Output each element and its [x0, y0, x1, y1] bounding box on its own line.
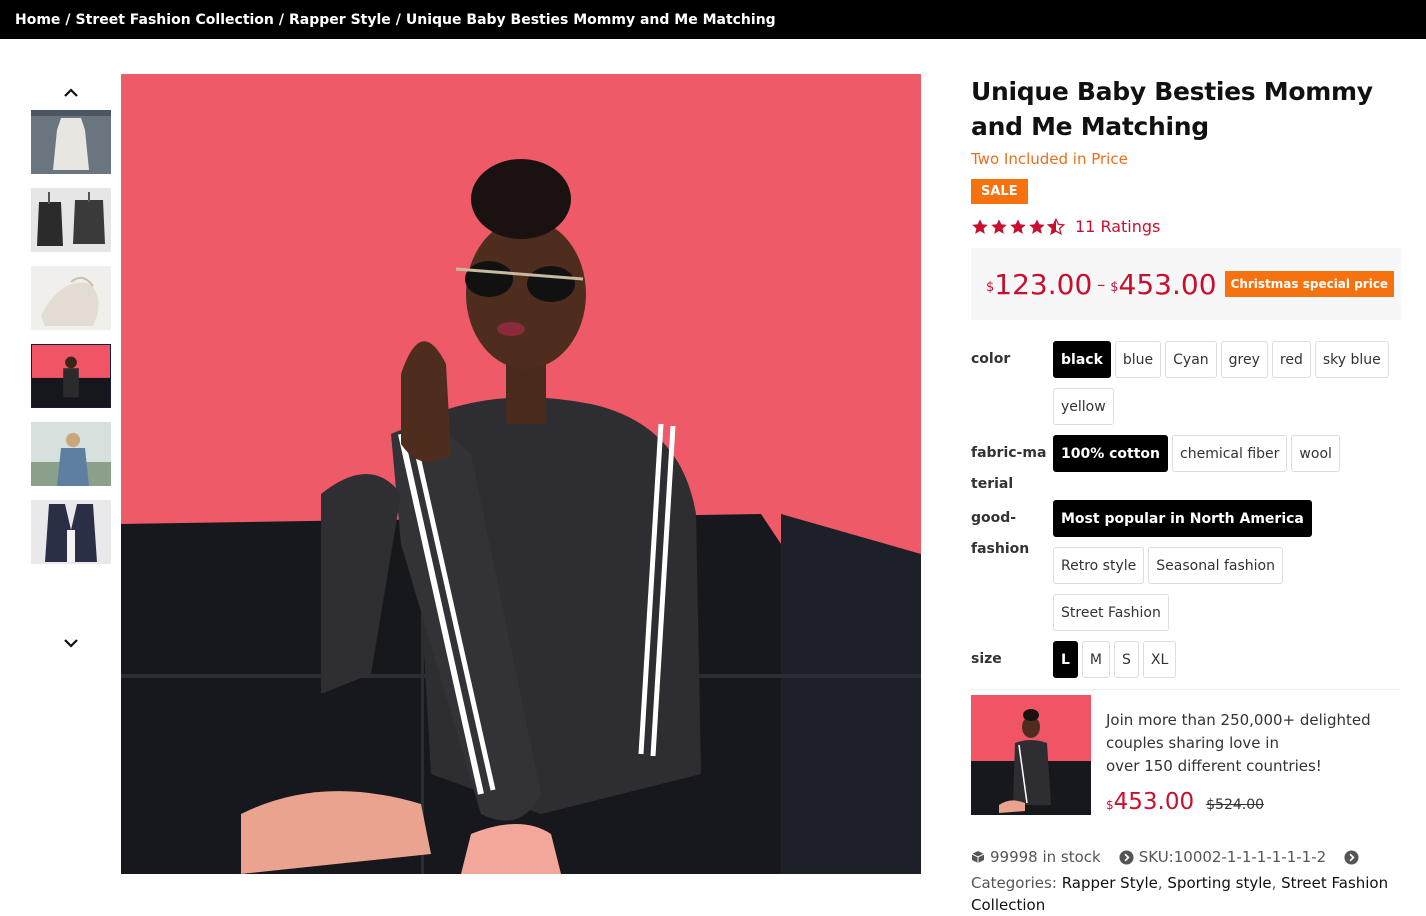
sale-badge: SALE — [971, 179, 1028, 204]
breadcrumb-home[interactable]: Home — [15, 12, 60, 28]
ratings-link[interactable]: 11 Ratings — [1075, 217, 1160, 236]
breadcrumb-separator: / — [278, 11, 285, 28]
christmas-price-badge: Christmas special price — [1224, 271, 1395, 297]
option-fashion-street[interactable]: Street Fashion — [1053, 594, 1169, 631]
option-color-blue[interactable]: blue — [1114, 341, 1162, 378]
attribute-label: fabric-material — [971, 445, 1047, 492]
option-color-red[interactable]: red — [1271, 341, 1311, 378]
promo-price-was: $524.00 — [1206, 797, 1265, 813]
sku-text: SKU:10002-1-1-1-1-1-1-2 — [1138, 848, 1327, 866]
star-half-icon — [1047, 217, 1065, 235]
chevron-circle-icon — [1119, 849, 1134, 865]
categories-label: Categories: — [971, 874, 1057, 892]
promo-card: Join more than 250,000+ delighted couple… — [971, 689, 1401, 815]
category-link-sporting-style[interactable]: Sporting style — [1167, 874, 1271, 892]
thumbnail-woman-outdoors[interactable] — [31, 422, 111, 486]
attribute-options: black blue Cyan grey red sky blue yellow — [1053, 341, 1401, 435]
thumbnail-list — [31, 110, 111, 578]
breadcrumb-rapper-style[interactable]: Rapper Style — [289, 12, 391, 28]
price-separator: – — [1097, 275, 1106, 294]
option-size-l[interactable]: L — [1053, 641, 1078, 678]
option-color-yellow[interactable]: yellow — [1053, 388, 1114, 425]
chevron-up-icon — [64, 87, 78, 97]
option-fabric-wool[interactable]: wool — [1291, 435, 1340, 472]
main-product-image[interactable] — [121, 74, 921, 874]
promo-card-image[interactable] — [971, 695, 1091, 815]
attribute-options: 100% cotton chemical fiber wool — [1053, 435, 1401, 500]
product-subtitle: Two Included in Price — [971, 150, 1128, 168]
option-fashion-seasonal[interactable]: Seasonal fashion — [1148, 547, 1283, 584]
breadcrumb: Home / Street Fashion Collection / Rappe… — [0, 0, 1426, 39]
attribute-size: size L M S XL — [971, 641, 1401, 688]
star-filled-icon — [972, 218, 988, 234]
breadcrumb-separator: / — [65, 11, 71, 28]
option-color-sky-blue[interactable]: sky blue — [1314, 341, 1389, 378]
product-info: Unique Baby Besties Mommy and Me Matchin… — [971, 74, 1401, 688]
thumbnail-next-button[interactable] — [31, 629, 111, 657]
option-fashion-retro-style[interactable]: Retro style — [1053, 547, 1145, 584]
box-icon — [971, 851, 985, 863]
chevron-down-icon — [64, 638, 78, 648]
thumbnail-dark-vest[interactable] — [31, 500, 111, 564]
thumbnail-gallery — [31, 78, 111, 648]
attribute-label: color — [971, 351, 1011, 367]
attribute-options: Most popular in North America Retro styl… — [1053, 500, 1401, 641]
rating-row: 11 Ratings — [971, 217, 1401, 236]
promo-text-line: Join more than 250,000+ delighted — [1106, 711, 1371, 729]
thumbnail-black-garments[interactable] — [31, 188, 111, 252]
chevron-circle-icon — [1344, 849, 1359, 865]
promo-text-line: over 150 different countries! — [1106, 757, 1322, 775]
breadcrumb-separator: / — [395, 11, 401, 28]
star-filled-icon — [1010, 218, 1026, 234]
stock-info: 99998 in stock — [971, 848, 1101, 866]
thumbnail-white-dress[interactable] — [31, 110, 111, 174]
star-rating — [971, 217, 1065, 236]
price-box: $ 123.00 – $ 453.00 Christmas special pr… — [971, 248, 1401, 320]
attribute-color: color black blue Cyan grey red sky blue … — [971, 341, 1401, 435]
option-color-black[interactable]: black — [1053, 341, 1111, 378]
promo-card-text: Join more than 250,000+ delighted couple… — [1091, 695, 1371, 815]
option-fabric-100-cotton[interactable]: 100% cotton — [1053, 435, 1169, 472]
categories: Categories: Rapper Style, Sporting style… — [971, 874, 1389, 914]
product-meta: 99998 in stock SKU:10002-1-1-1-1-1-1-2 C… — [971, 846, 1411, 916]
attribute-options: L M S XL — [1053, 641, 1401, 688]
attribute-label: size — [971, 651, 1002, 667]
category-link-rapper-style[interactable]: Rapper Style — [1062, 874, 1158, 892]
option-size-xl[interactable]: XL — [1142, 641, 1177, 678]
breadcrumb-current: Unique Baby Besties Mommy and Me Matchin… — [405, 11, 776, 28]
attribute-good-fashion: good-fashion Most popular in North Ameri… — [971, 500, 1401, 641]
thumbnail-white-bag[interactable] — [31, 266, 111, 330]
thumbnail-woman-red[interactable] — [31, 344, 111, 408]
sku-info: SKU:10002-1-1-1-1-1-1-2 — [1119, 848, 1326, 866]
option-fashion-most-popular[interactable]: Most popular in North America — [1053, 500, 1312, 537]
promo-prices: $ 453.00 $524.00 — [1106, 789, 1371, 815]
promo-price-now: 453.00 — [1113, 789, 1195, 815]
option-size-s[interactable]: S — [1114, 641, 1139, 678]
option-color-grey[interactable]: grey — [1220, 341, 1268, 378]
price-max: 453.00 — [1118, 267, 1217, 301]
attribute-fabric-material: fabric-material 100% cotton chemical fib… — [971, 435, 1401, 500]
price-currency: $ — [986, 280, 995, 295]
stock-text: 99998 in stock — [990, 848, 1101, 866]
product-title: Unique Baby Besties Mommy and Me Matchin… — [971, 77, 1373, 141]
thumbnail-prev-button[interactable] — [31, 78, 111, 106]
meta-row: 99998 in stock SKU:10002-1-1-1-1-1-1-2 — [971, 846, 1411, 868]
star-filled-icon — [991, 218, 1007, 234]
option-size-m[interactable]: M — [1081, 641, 1111, 678]
attribute-label: good-fashion — [971, 510, 1030, 557]
promo-text-line: couples sharing love in — [1106, 734, 1279, 752]
star-filled-icon — [1029, 218, 1045, 234]
price-min: 123.00 — [994, 267, 1093, 301]
promo-currency: $ — [1106, 798, 1114, 812]
breadcrumb-street-fashion[interactable]: Street Fashion Collection — [76, 12, 274, 28]
price-currency: $ — [1110, 280, 1119, 295]
option-fabric-chemical-fiber[interactable]: chemical fiber — [1172, 435, 1288, 472]
option-color-cyan[interactable]: Cyan — [1165, 341, 1217, 378]
more-info[interactable] — [1344, 849, 1364, 865]
